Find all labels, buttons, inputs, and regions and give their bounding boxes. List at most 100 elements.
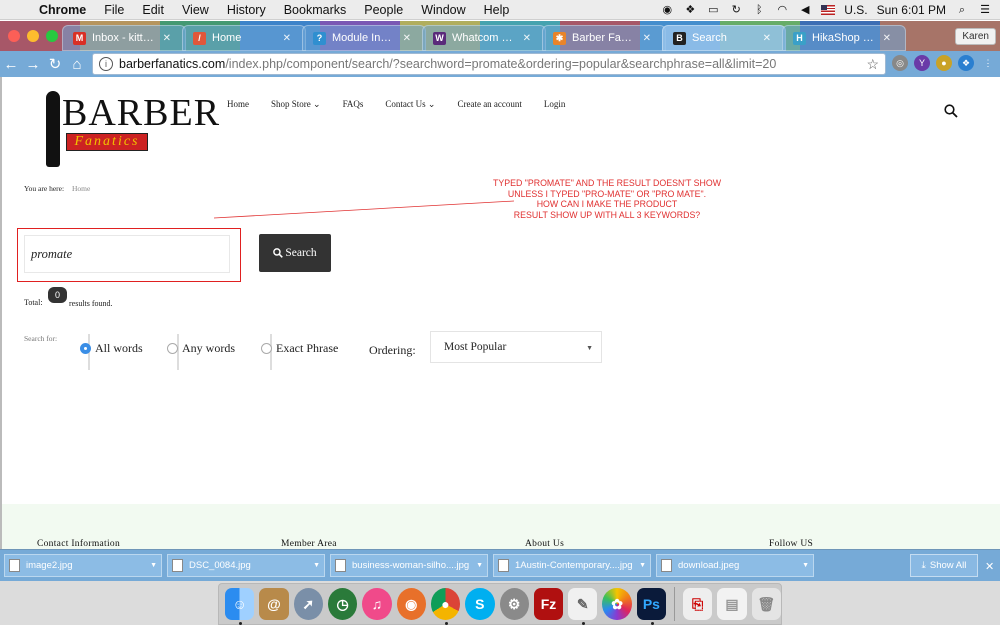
tab-barber-fanatics[interactable]: ✱ Barber Fanatics ✕ <box>542 25 666 51</box>
minimize-window-icon[interactable] <box>27 30 39 42</box>
zoom-window-icon[interactable] <box>46 30 58 42</box>
launchpad-icon[interactable]: ➚ <box>293 588 323 620</box>
chrome-menu-icon[interactable]: ⋮ <box>980 55 996 71</box>
radio-selected-icon[interactable] <box>80 343 91 354</box>
itunes-icon[interactable]: ♫ <box>362 588 392 620</box>
documents-folder-icon[interactable]: ▤ <box>717 588 747 620</box>
filezilla-icon[interactable]: Fz <box>533 588 564 620</box>
menu-app-chrome[interactable]: Chrome <box>30 3 95 17</box>
nav-shop-store[interactable]: Shop Store ⌄ <box>271 99 321 110</box>
download-item[interactable]: business-woman-silho....jpg ▼ <box>330 554 488 577</box>
breadcrumb-home-link[interactable]: Home <box>72 184 90 193</box>
notification-center-icon[interactable]: ☰ <box>978 4 992 16</box>
footer-heading-follow: Follow US <box>769 539 814 549</box>
bookmark-star-icon[interactable]: ☆ <box>866 56 885 73</box>
system-preferences-icon[interactable]: ⚙ <box>499 588 529 620</box>
chevron-down-icon[interactable]: ▼ <box>313 562 324 569</box>
tab-hikashop[interactable]: H HikaShop - HikaSh ✕ <box>782 25 906 51</box>
dropbox-extension-icon[interactable]: ❖ <box>958 55 974 71</box>
close-shelf-icon[interactable]: ✕ <box>985 560 994 573</box>
nav-create-account[interactable]: Create an account <box>457 99 521 110</box>
trash-icon[interactable]: 🗑 <box>751 588 781 620</box>
input-source-label[interactable]: U.S. <box>844 3 867 17</box>
close-tab-icon[interactable]: ✕ <box>883 33 891 44</box>
contacts-icon[interactable]: @ <box>259 588 289 620</box>
tab-home[interactable]: / Home ✕ <box>182 25 306 51</box>
finder-icon[interactable]: ☺ <box>225 588 255 625</box>
radio-any-words[interactable]: Any words <box>167 341 235 356</box>
close-tab-icon[interactable]: ✕ <box>283 33 291 44</box>
volume-icon[interactable]: ◀ <box>798 4 812 16</box>
close-tab-icon[interactable]: ✕ <box>523 33 531 44</box>
menu-view[interactable]: View <box>173 3 218 17</box>
wifi-icon[interactable]: ◠ <box>775 4 789 16</box>
site-info-icon[interactable]: i <box>99 57 113 71</box>
extension-gray-icon[interactable]: ◎ <box>892 55 908 71</box>
download-item[interactable]: 1Austin-Contemporary....jpg ▼ <box>493 554 651 577</box>
airplay-icon[interactable]: ▭ <box>706 4 720 16</box>
reload-icon[interactable]: ↻ <box>44 55 66 73</box>
time-machine-icon[interactable]: ↻ <box>729 4 743 16</box>
download-filename: 1Austin-Contemporary....jpg <box>515 560 633 571</box>
search-icon[interactable] <box>944 104 958 118</box>
pdf-document-icon[interactable]: ⎘ <box>682 588 713 620</box>
download-item[interactable]: download.jpeg ▼ <box>656 554 814 577</box>
back-arrow-icon[interactable]: ← <box>0 56 22 73</box>
close-tab-icon[interactable]: ✕ <box>403 33 411 44</box>
dropbox-icon[interactable]: ❖ <box>683 4 697 16</box>
radio-unselected-icon[interactable] <box>167 343 178 354</box>
home-icon[interactable]: ⌂ <box>66 56 88 73</box>
chrome-icon[interactable]: ● <box>430 588 461 625</box>
nav-contact-us[interactable]: Contact Us ⌄ <box>385 99 435 110</box>
radio-unselected-icon[interactable] <box>261 343 272 354</box>
profile-button[interactable]: Karen <box>955 28 996 45</box>
menu-people[interactable]: People <box>355 3 412 17</box>
search-button[interactable]: Search <box>259 234 331 272</box>
time-machine-dock-icon[interactable]: ◷ <box>327 588 358 620</box>
download-item[interactable]: DSC_0084.jpg ▼ <box>167 554 325 577</box>
nav-home[interactable]: Home <box>227 99 249 110</box>
ordering-select[interactable]: Most Popular ▼ <box>430 331 602 363</box>
chevron-down-icon[interactable]: ▼ <box>802 562 813 569</box>
extension-gold-icon[interactable]: ● <box>936 55 952 71</box>
forward-arrow-icon[interactable]: → <box>22 56 44 73</box>
skype-icon[interactable]: S <box>465 588 495 620</box>
yahoo-extension-icon[interactable]: Y <box>914 55 930 71</box>
menu-edit[interactable]: Edit <box>133 3 173 17</box>
tab-module-instance[interactable]: ? Module Instance ✕ <box>302 25 426 51</box>
tab-search[interactable]: B Search ✕ <box>662 25 786 51</box>
download-item[interactable]: image2.jpg ▼ <box>4 554 162 577</box>
menu-help[interactable]: Help <box>475 3 519 17</box>
close-window-icon[interactable] <box>8 30 20 42</box>
show-all-downloads-button[interactable]: ⤓ Show All <box>910 554 978 577</box>
radio-all-words[interactable]: All words <box>80 341 143 356</box>
photoshop-icon[interactable]: Ps <box>636 588 667 625</box>
site-logo[interactable]: BARBER Fanatics <box>46 89 219 169</box>
tab-gmail-inbox[interactable]: M Inbox - kitty1876 ✕ <box>62 25 186 51</box>
menu-history[interactable]: History <box>218 3 275 17</box>
menu-window[interactable]: Window <box>412 3 474 17</box>
menu-bookmarks[interactable]: Bookmarks <box>275 3 356 17</box>
nav-login[interactable]: Login <box>544 99 566 110</box>
chevron-down-icon[interactable]: ▼ <box>476 562 487 569</box>
menu-file[interactable]: File <box>95 3 133 17</box>
close-tab-icon[interactable]: ✕ <box>163 33 171 44</box>
logo-word: BARBER <box>62 92 221 134</box>
close-tab-icon[interactable]: ✕ <box>763 33 771 44</box>
nav-faqs[interactable]: FAQs <box>343 99 364 110</box>
bluetooth-icon[interactable]: ᛒ <box>752 4 766 16</box>
close-tab-icon[interactable]: ✕ <box>643 33 651 44</box>
tab-whatcom-women[interactable]: W Whatcom Women ✕ <box>422 25 546 51</box>
textedit-icon[interactable]: ✎ <box>568 588 598 625</box>
chevron-down-icon[interactable]: ▼ <box>639 562 650 569</box>
spotlight-search-icon[interactable]: ⌕ <box>955 4 969 16</box>
address-bar[interactable]: i barberfanatics.com /index.php/componen… <box>92 53 886 75</box>
radio-exact-phrase[interactable]: Exact Phrase <box>261 341 338 356</box>
status-circle-icon[interactable]: ◉ <box>660 4 674 16</box>
photos-icon[interactable]: ✿ <box>602 588 632 620</box>
us-flag-icon[interactable] <box>821 4 836 15</box>
firefox-icon[interactable]: ◉ <box>396 588 426 620</box>
clock[interactable]: Sun 6:01 PM <box>877 3 946 17</box>
search-input[interactable]: promate <box>24 235 230 273</box>
chevron-down-icon[interactable]: ▼ <box>150 562 161 569</box>
